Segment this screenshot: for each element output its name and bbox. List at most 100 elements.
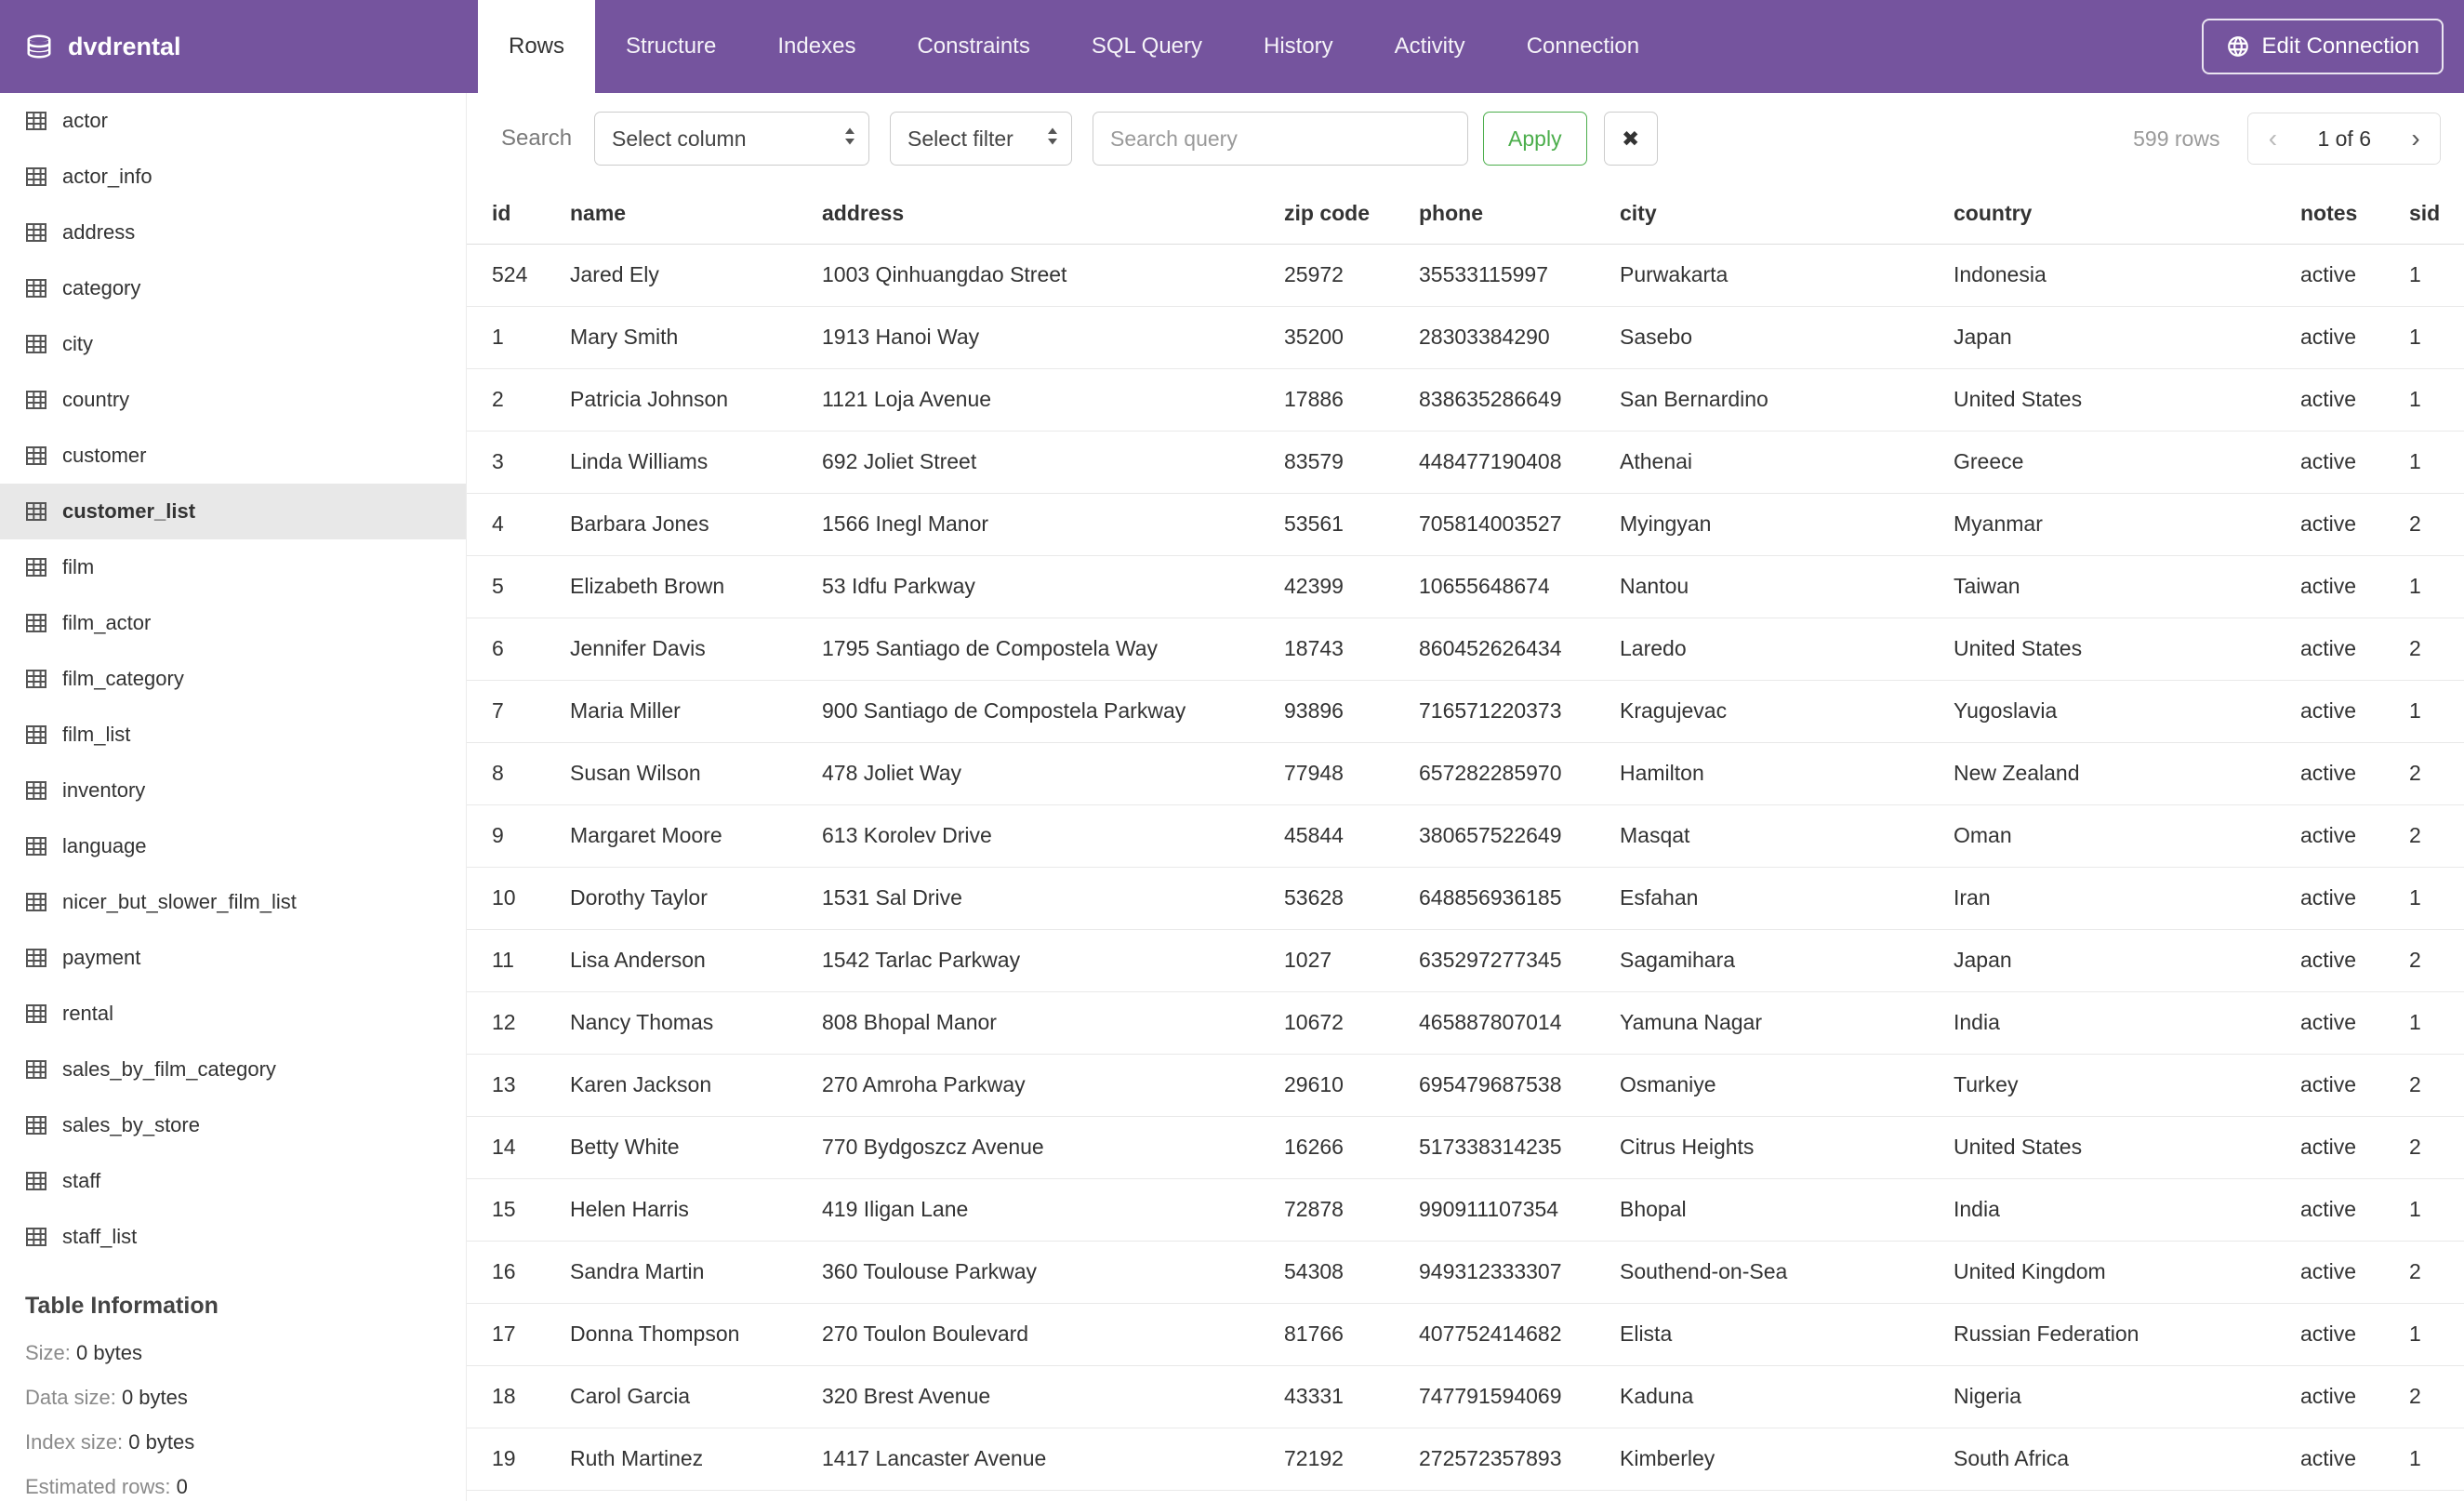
column-header-sid[interactable]: sid: [2409, 184, 2464, 245]
cell-name: Jennifer Davis: [570, 618, 822, 681]
sidebar-table-city[interactable]: city: [0, 316, 466, 372]
sidebar-table-payment[interactable]: payment: [0, 930, 466, 986]
column-header-zip-code[interactable]: zip code: [1284, 184, 1419, 245]
next-page-button[interactable]: ›: [2391, 113, 2440, 164]
tab-structure[interactable]: Structure: [595, 0, 747, 93]
results-table-area: id name address zip code phone city country not…: [467, 184, 2464, 1501]
cell-name: Elizabeth Brown: [570, 555, 822, 618]
sidebar-table-staff[interactable]: staff: [0, 1153, 466, 1209]
cell-address: 1913 Hanoi Way: [822, 306, 1284, 369]
sidebar-table-actor_info[interactable]: actor_info: [0, 149, 466, 205]
table-row[interactable]: 15 Helen Harris 419 Iligan Lane 72878 990911…: [467, 1178, 2464, 1242]
table-row[interactable]: 7 Maria Miller 900 Santiago de Compostela …: [467, 680, 2464, 743]
table-row[interactable]: 524 Jared Ely 1003 Qinhuangdao Street 25972…: [467, 244, 2464, 307]
table-row[interactable]: 10 Dorothy Taylor 1531 Sal Drive 53628 64885…: [467, 867, 2464, 930]
tab-constraints[interactable]: Constraints: [886, 0, 1060, 93]
cell-address: 270 Toulon Boulevard: [822, 1303, 1284, 1366]
sidebar-table-country[interactable]: country: [0, 372, 466, 428]
tab-rows[interactable]: Rows: [478, 0, 596, 93]
sidebar-table-label: country: [62, 388, 130, 411]
cell-phone: 635297277345: [1419, 929, 1620, 992]
column-header-address[interactable]: address: [822, 184, 1284, 245]
sidebar-table-film_list[interactable]: film_list: [0, 707, 466, 763]
column-select[interactable]: Select column: [594, 112, 870, 166]
table-grid-icon: [25, 724, 47, 745]
sidebar-table-customer_list[interactable]: customer_list: [0, 484, 466, 539]
table-row[interactable]: 13 Karen Jackson 270 Amroha Parkway 29610 69…: [467, 1054, 2464, 1117]
cell-phone: 10655648674: [1419, 555, 1620, 618]
apply-button[interactable]: Apply: [1483, 112, 1587, 166]
table-row[interactable]: 3 Linda Williams 692 Joliet Street 83579 448…: [467, 431, 2464, 494]
sidebar-table-category[interactable]: category: [0, 260, 466, 316]
column-header-id[interactable]: id: [467, 184, 570, 245]
tab-history[interactable]: History: [1233, 0, 1364, 93]
clear-search-button[interactable]: ✖: [1603, 112, 1658, 166]
table-information-row: Estimated rows: 0: [25, 1465, 441, 1501]
filter-select[interactable]: Select filter: [890, 112, 1073, 166]
table-row[interactable]: 6 Jennifer Davis 1795 Santiago de Composte…: [467, 618, 2464, 681]
cell-country: South Africa: [1954, 1428, 2300, 1491]
cell-notes: active: [2300, 1303, 2409, 1366]
table-grid-icon: [25, 613, 47, 633]
cell-zip-code: 42399: [1284, 555, 1419, 618]
table-row[interactable]: 19 Ruth Martinez 1417 Lancaster Avenue 7219…: [467, 1428, 2464, 1491]
table-row[interactable]: 14 Betty White 770 Bydgoszcz Avenue 16266 51…: [467, 1116, 2464, 1179]
table-row[interactable]: 1 Mary Smith 1913 Hanoi Way 35200 2830338429…: [467, 306, 2464, 369]
table-information-row: Size: 0 bytes: [25, 1331, 441, 1375]
cell-name: Patricia Johnson: [570, 368, 822, 432]
column-header-name[interactable]: name: [570, 184, 822, 245]
table-row[interactable]: 11 Lisa Anderson 1542 Tarlac Parkway 1027 63…: [467, 929, 2464, 992]
table-row[interactable]: 8 Susan Wilson 478 Joliet Way 77948 65728228…: [467, 742, 2464, 805]
cell-name: Betty White: [570, 1116, 822, 1179]
sidebar-table-sales_by_store[interactable]: sales_by_store: [0, 1097, 466, 1153]
cell-sid: 1: [2409, 306, 2464, 369]
cell-city: Masqat: [1620, 804, 1954, 868]
table-row[interactable]: 9 Margaret Moore 613 Korolev Drive 45844 380…: [467, 804, 2464, 868]
cell-zip-code: 77948: [1284, 742, 1419, 805]
table-row[interactable]: 4 Barbara Jones 1566 Inegl Manor 53561 70581…: [467, 493, 2464, 556]
table-row[interactable]: 12 Nancy Thomas 808 Bhopal Manor 10672 46588…: [467, 991, 2464, 1055]
cell-zip-code: 72192: [1284, 1428, 1419, 1491]
sidebar-table-rental[interactable]: rental: [0, 986, 466, 1042]
sidebar-table-sales_by_film_category[interactable]: sales_by_film_category: [0, 1042, 466, 1097]
tab-indexes[interactable]: Indexes: [747, 0, 886, 93]
table-row[interactable]: 17 Donna Thompson 270 Toulon Boulevard 8176…: [467, 1303, 2464, 1366]
content-area: actor actor_info address category city countr…: [0, 93, 2464, 1501]
column-header-phone[interactable]: phone: [1419, 184, 1620, 245]
sidebar-table-film_actor[interactable]: film_actor: [0, 595, 466, 651]
table-row[interactable]: 16 Sandra Martin 360 Toulouse Parkway 54308…: [467, 1241, 2464, 1304]
search-query-input[interactable]: [1093, 112, 1469, 166]
sidebar-table-language[interactable]: language: [0, 818, 466, 874]
previous-page-button[interactable]: ‹: [2248, 113, 2298, 164]
table-body: 524 Jared Ely 1003 Qinhuangdao Street 25972…: [467, 244, 2464, 1491]
tab-sql-query[interactable]: SQL Query: [1061, 0, 1233, 93]
sidebar-table-inventory[interactable]: inventory: [0, 763, 466, 818]
column-header-city[interactable]: city: [1620, 184, 1954, 245]
cell-country: United States: [1954, 1116, 2300, 1179]
sidebar-table-address[interactable]: address: [0, 205, 466, 260]
sidebar-table-customer[interactable]: customer: [0, 428, 466, 484]
sidebar-table-film_category[interactable]: film_category: [0, 651, 466, 707]
sidebar-table-label: film: [62, 555, 95, 578]
table-row[interactable]: 5 Elizabeth Brown 53 Idfu Parkway 42399 1065…: [467, 555, 2464, 618]
column-header-country[interactable]: country: [1954, 184, 2300, 245]
table-information-value: 0 bytes: [128, 1430, 195, 1454]
sidebar-table-nicer_but_slower_film_list[interactable]: nicer_but_slower_film_list: [0, 874, 466, 930]
cell-notes: active: [2300, 742, 2409, 805]
table-row[interactable]: 18 Carol Garcia 320 Brest Avenue 43331 74779…: [467, 1365, 2464, 1428]
cell-zip-code: 43331: [1284, 1365, 1419, 1428]
sidebar-table-film[interactable]: film: [0, 539, 466, 595]
cell-address: 1566 Inegl Manor: [822, 493, 1284, 556]
sidebar-table-actor[interactable]: actor: [0, 93, 466, 149]
edit-connection-button[interactable]: Edit Connection: [2201, 19, 2444, 74]
tab-connection[interactable]: Connection: [1496, 0, 1670, 93]
table-row[interactable]: 2 Patricia Johnson 1121 Loja Avenue 17886 83…: [467, 368, 2464, 432]
sidebar-table-staff_list[interactable]: staff_list: [0, 1209, 466, 1265]
cell-id: 10: [467, 867, 570, 930]
close-icon: ✖: [1621, 126, 1640, 151]
table-information-rows: Size: 0 bytes Data size: 0 bytes Index siz…: [25, 1331, 441, 1501]
column-header-notes[interactable]: notes: [2300, 184, 2409, 245]
results-table: id name address zip code phone city country not…: [467, 184, 2464, 1491]
cell-id: 2: [467, 368, 570, 432]
tab-activity[interactable]: Activity: [1364, 0, 1496, 93]
